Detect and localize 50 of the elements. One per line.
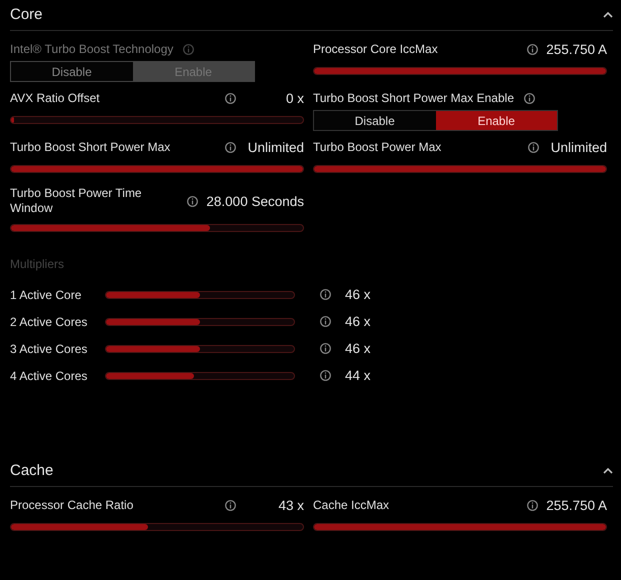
setting-value: Unlimited [550,140,607,154]
section-title: Cache [10,462,54,479]
info-icon[interactable] [187,196,198,206]
setting-value: 46 x [345,314,371,329]
setting-label: Turbo Boost Short Power Max [10,140,172,154]
setting-label: Processor Cache Ratio [10,498,134,512]
setting-label: 4 Active Cores [10,368,88,382]
setting-label: Intel® Turbo Boost Technology [10,42,174,56]
setting-label: AVX Ratio Offset [10,90,101,106]
setting-value: 46 x [345,287,371,302]
setting-value: 255.750 A [546,42,607,56]
setting-value: 43 x [277,498,304,512]
info-icon[interactable] [320,289,331,300]
info-icon[interactable] [527,44,538,54]
setting-value: 0 x [284,90,304,106]
collapse-icon[interactable] [603,468,613,474]
setting-value: 255.750 A [546,498,607,512]
slider-track[interactable] [10,116,304,124]
toggle-option[interactable]: Disable [314,111,436,130]
info-icon[interactable] [225,92,236,104]
slider-track[interactable] [105,290,295,298]
setting-label: Turbo Boost Power Max [313,140,442,154]
slider-track[interactable] [105,344,295,352]
info-icon[interactable] [320,370,331,381]
info-icon[interactable] [225,142,236,152]
setting-label: Processor Core IccMax [313,42,439,56]
setting-label: Cache IccMax [313,498,390,512]
info-icon[interactable] [320,343,331,354]
slider-track[interactable] [10,523,304,531]
setting-value: Unlimited [246,140,304,154]
info-icon[interactable] [524,92,535,104]
slider-track[interactable] [105,318,295,326]
setting-label: 3 Active Cores [10,342,88,356]
info-icon[interactable] [528,142,539,152]
section-title: Core [10,6,43,23]
toggle-option[interactable]: Enable [436,111,557,130]
setting-value: 46 x [345,341,371,356]
collapse-icon[interactable] [603,12,613,18]
group-heading: Multipliers [10,257,66,271]
setting-value: 28.000 Seconds [206,194,304,208]
slider-track[interactable] [10,224,304,232]
setting-value: 44 x [345,368,371,383]
setting-label: Turbo Boost Power Time Window [10,186,143,216]
setting-label: 2 Active Cores [10,314,88,328]
setting-label: Turbo Boost Short Power Max Enable [313,91,514,105]
info-icon[interactable] [320,316,331,327]
info-icon[interactable] [527,500,538,510]
info-icon[interactable] [225,500,236,510]
setting-label: 1 Active Core [10,288,82,302]
slider-track[interactable] [105,372,295,380]
